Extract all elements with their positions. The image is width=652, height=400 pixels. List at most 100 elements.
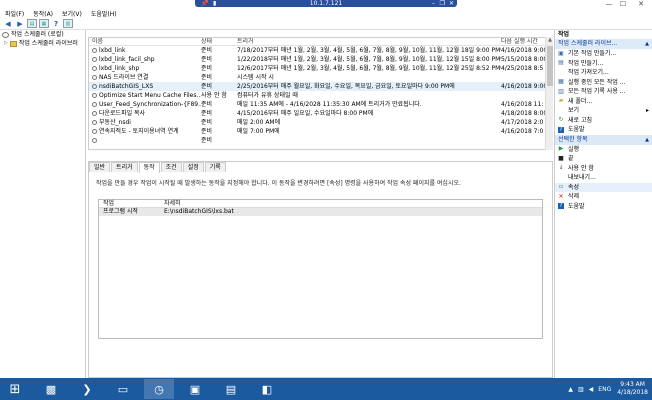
remote-desktop-bar[interactable]: 📌 ▮ 10.1.7.121 – ❐ ✕	[195, 0, 457, 7]
action-item-label: 새 폴더...	[568, 97, 593, 105]
tree-label: 작업 스케줄러 라이브러	[18, 40, 78, 47]
action-item[interactable]: ? 도움말	[555, 202, 652, 212]
task-trigger: 매일 2:00 AM에	[237, 119, 281, 126]
rd-minimize-icon[interactable]: –	[432, 0, 435, 7]
col-detail-header[interactable]: 자세히	[164, 200, 542, 207]
task-row[interactable]: lxbd_link 준비 7/18/2017부터 매년 1월, 2월, 3월, 4월…	[89, 46, 552, 55]
cmd-icon[interactable]: ▣	[180, 379, 210, 399]
action-item[interactable]: ▥ 모든 작업 기록 사용 ...	[555, 87, 652, 97]
action-item[interactable]: ↓ 사용 안 함	[555, 164, 652, 174]
scroll-thumb[interactable]	[547, 46, 553, 86]
menu-help[interactable]: 도움말(H)	[91, 9, 117, 18]
action-item[interactable]: ▫ 속성	[555, 182, 652, 192]
action-item[interactable]: 보기 ▸	[555, 106, 652, 116]
col-status-header[interactable]: 상태	[201, 38, 237, 45]
task-row[interactable]: NAS 드라이브 연결 준비 시스템 시작 시	[89, 73, 552, 82]
blank-icon	[558, 175, 564, 181]
tray-arrow-icon[interactable]: ▲	[568, 386, 573, 393]
tree-item-library[interactable]: ▷ 작업 스케줄러 라이브러	[0, 39, 85, 48]
action-item[interactable]: ✕ 삭제	[555, 192, 652, 202]
task-row[interactable]: lxbd_link_facil_shp 준비 1/22/2018부터 매년 1월, …	[89, 55, 552, 64]
forward-arrow-icon[interactable]: ▶	[15, 19, 25, 28]
submenu-arrow-icon: ▸	[645, 107, 649, 114]
file-explorer-icon[interactable]: ▭	[108, 379, 138, 399]
task-row[interactable]: 준비	[89, 136, 552, 145]
network-icon[interactable]: ▥	[578, 386, 584, 393]
console-tree-icon[interactable]: ▤	[27, 19, 37, 28]
detail-tab[interactable]: 설정	[182, 162, 204, 172]
help-toolbar-icon[interactable]: ?	[51, 19, 61, 28]
task-name: 부동산_nsdi	[99, 119, 131, 126]
menu-action[interactable]: 동작(A)	[33, 9, 53, 18]
actions-pane: 작업 작업 스케줄러 라이브... ▲ ▣ 기본 작업 만들기... ▤ 작업 만들기…	[554, 30, 652, 378]
detail-tab[interactable]: 기록	[204, 162, 226, 172]
col-next-header[interactable]: 다음 실행 시간	[501, 38, 551, 45]
expand-arrow-icon[interactable]: ▷	[4, 39, 8, 48]
server-manager-icon[interactable]: ▩	[36, 379, 66, 399]
minimize-button[interactable]: —	[602, 0, 616, 8]
task-status: 준비	[201, 119, 213, 126]
action-item[interactable]: ▶ 실행	[555, 145, 652, 155]
app-icon[interactable]: ▤	[216, 379, 246, 399]
folder-icon	[9, 40, 17, 47]
task-scheduler-icon[interactable]: ◷	[144, 379, 174, 399]
task-row[interactable]: lxbd_link_shp 준비 12/6/2017부터 매년 1월, 2월, 3월…	[89, 64, 552, 73]
task-row[interactable]: User_Feed_Synchronization-{F89... 준비 매일 11…	[89, 100, 552, 109]
detail-tab[interactable]: 동작	[138, 162, 160, 173]
task-row[interactable]: Optimize Start Menu Cache Files... 사용 안 함…	[89, 91, 552, 100]
action-item[interactable]: ▦ 실행 중인 모든 작업 ...	[555, 78, 652, 88]
collapse-icon[interactable]: ▲	[645, 135, 649, 145]
action-pane-icon[interactable]: ▥	[63, 19, 73, 28]
close-button[interactable]: ✕	[630, 0, 652, 8]
properties-toolbar-icon[interactable]: ▦	[39, 19, 49, 28]
collapse-icon[interactable]: ▲	[645, 39, 649, 49]
volume-icon[interactable]: ◀	[589, 386, 594, 393]
action-row[interactable]: 프로그램 시작 E:\nsdiBatchGIS\lxs.bat	[99, 208, 542, 216]
task-status: 준비	[201, 101, 213, 108]
col-trigger-header[interactable]: 트리거	[237, 38, 501, 45]
task-icon	[92, 138, 97, 143]
action-table-header: 작업 자세히	[99, 200, 542, 208]
task-name: 다운로드파일 복사	[99, 110, 146, 117]
action-item[interactable]: 작업 가져오기...	[555, 68, 652, 78]
rd-restore-icon[interactable]: ❐	[440, 0, 445, 7]
start-icon[interactable]: ⊞	[0, 379, 30, 399]
col-action-header[interactable]: 작업	[99, 200, 164, 207]
action-item[interactable]: 내보내기...	[555, 173, 652, 183]
language-indicator[interactable]: ENG	[598, 386, 611, 393]
task-row[interactable]: 다운로드파일 복사 준비 4/15/2016부터 매주 일요일, 수요일마다 8:0…	[89, 109, 552, 118]
action-item[interactable]: ? 도움말	[555, 125, 652, 135]
section-library[interactable]: 작업 스케줄러 라이브... ▲	[555, 39, 652, 49]
app2-icon[interactable]: ◧	[252, 379, 282, 399]
running-tasks-icon: ▦	[558, 78, 564, 86]
task-next-run: 5/15/2018 8:00	[501, 56, 548, 63]
task-status: 준비	[201, 83, 213, 90]
scroll-up-icon[interactable]: ▲	[546, 37, 554, 44]
task-row[interactable]: 연속지적도 - 토지이용녀역 연계 준비 매일 7:00 PM에 4/16/2018 …	[89, 127, 552, 136]
col-name-header[interactable]: 이름	[89, 38, 201, 45]
action-item[interactable]: ■ 끝	[555, 154, 652, 164]
task-name-cell: User_Feed_Synchronization-{F89...	[89, 100, 201, 109]
action-item[interactable]: ▣ 기본 작업 만들기...	[555, 49, 652, 59]
task-row[interactable]: 부동산_nsdi 준비 매일 2:00 AM에 4/17/2018 2:0	[89, 118, 552, 127]
rd-close-icon[interactable]: ✕	[449, 0, 454, 7]
menu-view[interactable]: 보기(V)	[62, 9, 82, 18]
pin-icon[interactable]: 📌	[201, 0, 208, 7]
task-list-scrollbar[interactable]: ▲	[545, 37, 553, 150]
maximize-button[interactable]: ☐	[616, 0, 630, 8]
task-status: 준비	[201, 128, 213, 135]
back-arrow-icon[interactable]: ◀	[3, 19, 13, 28]
action-item[interactable]: ▰ 새 폴더...	[555, 97, 652, 107]
action-item[interactable]: ↻ 새로 고침	[555, 116, 652, 126]
tree-item-scheduler-local[interactable]: 작업 스케줄러 (로컬)	[0, 30, 85, 39]
action-table: 작업 자세히 프로그램 시작 E:\nsdiBatchGIS\lxs.bat	[98, 199, 543, 339]
section-selected[interactable]: 선택한 항목 ▲	[555, 134, 652, 145]
detail-tab[interactable]: 조건	[160, 162, 182, 172]
detail-tab[interactable]: 트리거	[111, 162, 138, 172]
detail-tab[interactable]: 일반	[89, 162, 111, 172]
task-row[interactable]: nsdiBatchGIS_LXS 준비 2/25/2016부터 매주 월요일, 화요…	[89, 82, 552, 91]
action-item[interactable]: ▤ 작업 만들기...	[555, 59, 652, 69]
powershell-icon[interactable]: ❯	[72, 379, 102, 399]
menu-file[interactable]: 파일(F)	[5, 9, 24, 18]
clock[interactable]: 9:43 AM 4/18/2018	[617, 381, 648, 397]
